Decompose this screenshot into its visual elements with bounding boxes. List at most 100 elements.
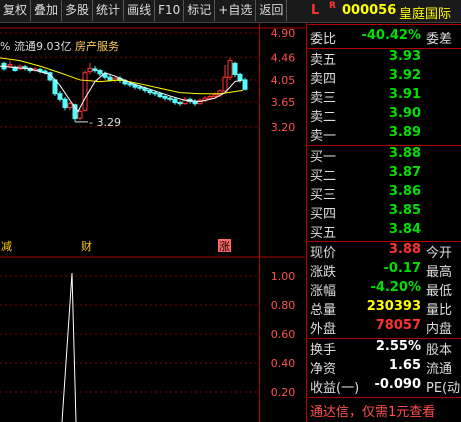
stat-label: 净资 [310, 362, 337, 377]
price-tick-label: 4.46 [271, 51, 296, 64]
margin-badge: R [329, 1, 336, 11]
price-tick-label: 4.05 [271, 74, 296, 87]
divider [308, 397, 461, 398]
toolbar-button[interactable]: +自选 [215, 0, 257, 21]
book-row: 卖四 3.92 [308, 68, 461, 87]
kline-candle[interactable] [227, 57, 233, 80]
svg-text:减: 减 [1, 240, 12, 253]
book-value[interactable]: 3.89 [389, 125, 421, 140]
kline-candle[interactable] [12, 65, 18, 72]
kline-candle[interactable] [192, 99, 198, 106]
kline-candle[interactable] [87, 62, 93, 75]
stat-value[interactable]: 230393 [367, 299, 421, 314]
stat-tail-label: 量比 [426, 303, 453, 318]
book-row: 卖三 3.91 [308, 87, 461, 106]
kline-candle[interactable] [172, 97, 178, 105]
event-label[interactable]: 财 [80, 239, 93, 253]
divider [308, 145, 461, 146]
book-value[interactable]: 3.85 [389, 203, 421, 218]
stat-label: 换手 [310, 343, 337, 358]
stat-tail-label: 最低 [426, 284, 453, 299]
stat-row: 换手 2.55% 股本 [308, 339, 461, 358]
stat-value[interactable]: -0.17 [384, 261, 421, 276]
promo-banner[interactable]: 通达信，仅需1元查看 [310, 401, 435, 420]
book-label: 卖三 [310, 91, 337, 106]
stat-value[interactable]: 3.88 [389, 242, 421, 257]
stat-value[interactable]: 1.65 [389, 358, 421, 373]
float-shares-text: 流通9.03亿 [13, 40, 72, 53]
kline-candle[interactable] [22, 65, 28, 71]
stat-value[interactable]: 2.55% [376, 339, 421, 354]
book-value[interactable]: 3.86 [389, 184, 421, 199]
toolbar-button[interactable]: 叠加 [31, 0, 63, 21]
book-value[interactable]: 3.93 [389, 49, 421, 64]
stat-label: 涨幅 [310, 284, 337, 299]
kline-candle[interactable] [242, 77, 248, 91]
stat-label: 现价 [310, 246, 337, 261]
stat-value[interactable]: 78057 [376, 318, 421, 333]
kline-candle[interactable] [232, 61, 238, 78]
book-label: 买二 [310, 169, 337, 184]
kline-candle[interactable] [112, 76, 118, 83]
stat-tail-label: 内盘 [426, 322, 453, 337]
book-value[interactable]: 3.90 [389, 106, 421, 121]
book-value[interactable]: 3.91 [389, 87, 421, 102]
book-value[interactable]: 3.84 [389, 222, 421, 237]
stat-value[interactable]: -0.090 [374, 377, 421, 392]
kline-candle[interactable] [57, 90, 63, 102]
book-value[interactable]: 3.87 [389, 165, 421, 180]
book-value[interactable]: 3.92 [389, 68, 421, 83]
svg-text:涨: 涨 [219, 240, 230, 253]
kline-candle[interactable] [222, 65, 228, 93]
kline-candle[interactable] [97, 68, 103, 77]
stock-header: L R 000056 皇庭国际 [308, 0, 461, 22]
kline-candle[interactable] [72, 103, 78, 122]
kline-candle[interactable] [62, 97, 68, 111]
kline-candle[interactable] [67, 102, 73, 111]
book-value[interactable]: 3.88 [389, 146, 421, 161]
book-row: 卖二 3.90 [308, 106, 461, 125]
stat-value[interactable]: -4.20% [371, 280, 422, 295]
stat-tail-label: 今开 [426, 246, 453, 261]
stat-row: 涨跌 -0.17 最高 [308, 261, 461, 280]
event-label[interactable]: 涨 [218, 239, 231, 253]
stock-name[interactable]: 皇庭国际 [399, 3, 451, 22]
price-tick-label: 3.20 [271, 121, 296, 134]
kline-candle[interactable] [17, 64, 23, 71]
toolbar-button[interactable]: 标记 [184, 0, 216, 21]
event-label[interactable]: 减 [0, 239, 13, 253]
stat-row: 净资 1.65 流通 [308, 358, 461, 377]
stat-tail-label: 流通 [426, 362, 453, 377]
low-price-label: - 3.29 [89, 116, 121, 129]
book-row: 买三 3.86 [308, 184, 461, 203]
kline-candle[interactable] [82, 70, 88, 112]
toolbar-button[interactable]: 复权 [0, 0, 32, 21]
axis-separator [259, 23, 260, 422]
stock-code[interactable]: 000056 [342, 3, 396, 18]
toolbar-button[interactable]: 画线 [124, 0, 156, 21]
price-tick-label: 3.65 [271, 96, 296, 109]
industry-label[interactable]: 房产服务 [75, 40, 119, 53]
stat-label: 涨跌 [310, 265, 337, 280]
l2-marker: L [311, 3, 320, 18]
toolbar-button[interactable]: F10 [155, 0, 185, 21]
stat-row: 涨幅 -4.20% 最低 [308, 280, 461, 299]
stat-row: 现价 3.88 今开 [308, 242, 461, 261]
kline-candle[interactable] [162, 94, 168, 101]
book-row: 卖一 3.89 [308, 125, 461, 144]
weibi-value: -40.42% [361, 28, 421, 43]
stat-label: 收益(一) [310, 381, 360, 396]
toolbar-button[interactable]: 返回 [256, 0, 288, 21]
book-row: 买一 3.88 [308, 146, 461, 165]
quote-panel: L R 000056 皇庭国际 委比 -40.42% 委差 卖五 3.93 卖四 3.… [308, 0, 461, 422]
kline-candle[interactable] [27, 67, 33, 73]
book-label: 卖五 [310, 53, 337, 68]
toolbar-button[interactable]: 多股 [62, 0, 94, 21]
volume-tick-label: 0.80 [271, 299, 296, 312]
stat-tail-label: PE(动 [426, 381, 461, 396]
kline-candle[interactable] [167, 96, 173, 102]
stat-tail-label: 股本 [426, 343, 453, 358]
kline-candle[interactable] [92, 66, 98, 73]
weibi-label: 委比 [310, 32, 337, 47]
toolbar-button[interactable]: 统计 [93, 0, 125, 21]
